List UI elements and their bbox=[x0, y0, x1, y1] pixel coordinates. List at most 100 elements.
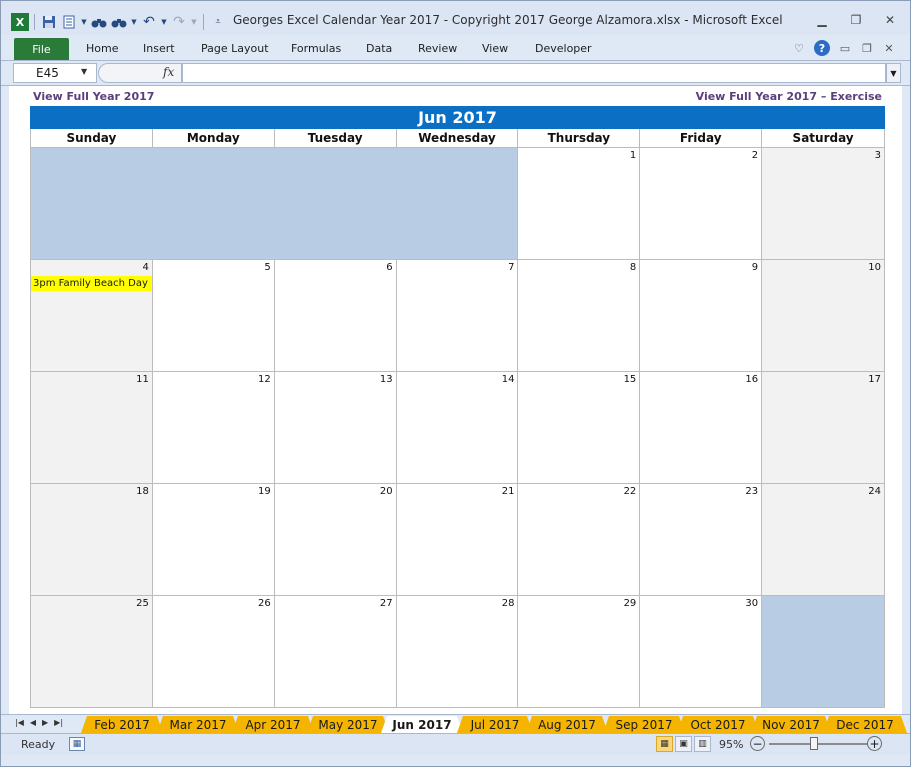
day-cell[interactable]: 10 bbox=[762, 260, 886, 372]
formula-input[interactable] bbox=[182, 63, 886, 83]
zoom-level[interactable]: 95% bbox=[719, 738, 743, 751]
day-cell[interactable]: 23 bbox=[640, 484, 763, 596]
blank-day-cell[interactable] bbox=[152, 148, 275, 260]
day-cell[interactable]: 5 bbox=[152, 260, 275, 372]
day-cell[interactable]: 24 bbox=[762, 484, 886, 596]
close-icon[interactable]: ✕ bbox=[882, 13, 898, 27]
chevron-down-icon[interactable]: ▼ bbox=[81, 67, 87, 76]
zoom-slider[interactable] bbox=[769, 737, 867, 750]
dropdown-arrow-icon[interactable]: ▼ bbox=[190, 13, 198, 31]
day-cell[interactable]: 19 bbox=[152, 484, 275, 596]
tab-review[interactable]: Review bbox=[418, 42, 457, 55]
workbook-close-icon[interactable]: ✕ bbox=[882, 41, 896, 55]
day-cell[interactable]: 15 bbox=[518, 372, 641, 484]
help-icon[interactable]: ? bbox=[814, 40, 830, 56]
sheet-tab[interactable]: Jul 2017 bbox=[457, 716, 533, 733]
customize-qat-icon[interactable]: ⩡ bbox=[209, 13, 227, 31]
undo-icon[interactable]: ↶ bbox=[140, 13, 158, 31]
sheet-tab[interactable]: Feb 2017 bbox=[81, 716, 163, 733]
day-cell[interactable]: 12 bbox=[152, 372, 275, 484]
tab-home[interactable]: Home bbox=[86, 42, 118, 55]
blank-day-cell[interactable] bbox=[274, 148, 397, 260]
day-cell[interactable]: 3 bbox=[762, 148, 886, 260]
sheet-tab[interactable]: Sep 2017 bbox=[603, 716, 685, 733]
excel-logo-icon[interactable]: X bbox=[11, 13, 29, 31]
day-cell[interactable]: 9 bbox=[640, 260, 763, 372]
tab-page-layout[interactable]: Page Layout bbox=[201, 42, 269, 55]
page-layout-view-icon[interactable]: ▣ bbox=[675, 736, 692, 752]
day-cell[interactable]: 7 bbox=[396, 260, 519, 372]
day-cell[interactable]: 17 bbox=[762, 372, 886, 484]
blank-day-cell[interactable] bbox=[396, 148, 519, 260]
last-sheet-icon[interactable]: ▶| bbox=[54, 718, 63, 727]
sheet-tab[interactable]: Nov 2017 bbox=[751, 716, 831, 733]
status-bar: Ready ▦ ▦ ▣ ▥ 95% − + bbox=[1, 733, 910, 755]
day-cell[interactable]: 22 bbox=[518, 484, 641, 596]
workbook-restore-icon[interactable]: ❐ bbox=[860, 41, 874, 55]
sheet-tab[interactable]: Dec 2017 bbox=[823, 716, 907, 733]
tab-insert[interactable]: Insert bbox=[143, 42, 175, 55]
dropdown-arrow-icon[interactable]: ▼ bbox=[160, 13, 168, 31]
day-cell[interactable]: 28 bbox=[396, 596, 519, 708]
day-cell[interactable]: 16 bbox=[640, 372, 763, 484]
previous-sheet-icon[interactable]: ◀ bbox=[30, 718, 36, 727]
day-cell[interactable]: 26 bbox=[152, 596, 275, 708]
sheet-tab[interactable]: Oct 2017 bbox=[677, 716, 759, 733]
day-cell[interactable]: 18 bbox=[31, 484, 153, 596]
sheet-navigation: |◀ ◀ ▶ ▶| bbox=[15, 718, 63, 727]
day-cell[interactable]: 4 3pm Family Beach Day bbox=[31, 260, 153, 372]
blank-day-cell[interactable] bbox=[31, 148, 153, 260]
day-cell[interactable]: 8 bbox=[518, 260, 641, 372]
day-cell[interactable]: 20 bbox=[274, 484, 397, 596]
sheet-tab[interactable]: Jun 2017 bbox=[381, 716, 463, 733]
save-icon[interactable] bbox=[40, 13, 58, 31]
view-full-year-link[interactable]: View Full Year 2017 bbox=[33, 90, 154, 103]
binoculars-icon[interactable] bbox=[90, 13, 108, 31]
next-sheet-icon[interactable]: ▶ bbox=[42, 718, 48, 727]
form-icon[interactable] bbox=[60, 13, 78, 31]
blank-day-cell[interactable] bbox=[762, 596, 886, 708]
workbook-minimize-icon[interactable]: ▭ bbox=[838, 41, 852, 55]
day-cell[interactable]: 14 bbox=[396, 372, 519, 484]
page-break-preview-icon[interactable]: ▥ bbox=[694, 736, 711, 752]
zoom-slider-thumb[interactable] bbox=[810, 737, 818, 750]
day-cell[interactable]: 29 bbox=[518, 596, 641, 708]
tab-data[interactable]: Data bbox=[366, 42, 392, 55]
day-cell[interactable]: 30 bbox=[640, 596, 763, 708]
minimize-ribbon-icon[interactable]: ♡ bbox=[792, 41, 806, 55]
binoculars-replace-icon[interactable] bbox=[110, 13, 128, 31]
view-full-year-exercise-link[interactable]: View Full Year 2017 – Exercise bbox=[696, 90, 882, 103]
day-cell[interactable]: 6 bbox=[274, 260, 397, 372]
zoom-in-icon[interactable]: + bbox=[867, 736, 882, 751]
day-number: 15 bbox=[623, 374, 637, 385]
day-cell[interactable]: 11 bbox=[31, 372, 153, 484]
redo-icon[interactable]: ↷ bbox=[170, 13, 188, 31]
day-number: 29 bbox=[623, 598, 637, 609]
minimize-icon[interactable]: ▁ bbox=[814, 13, 830, 27]
sheet-tab[interactable]: May 2017 bbox=[307, 716, 389, 733]
record-macro-icon[interactable]: ▦ bbox=[69, 737, 85, 751]
sheet-tab[interactable]: Aug 2017 bbox=[526, 716, 608, 733]
sheet-tab[interactable]: Mar 2017 bbox=[157, 716, 239, 733]
day-cell[interactable]: 2 bbox=[640, 148, 763, 260]
day-cell[interactable]: 27 bbox=[274, 596, 397, 708]
day-cell[interactable]: 13 bbox=[274, 372, 397, 484]
day-cell[interactable]: 25 bbox=[31, 596, 153, 708]
dropdown-arrow-icon[interactable]: ▼ bbox=[80, 13, 88, 31]
first-sheet-icon[interactable]: |◀ bbox=[15, 718, 24, 727]
expand-formula-bar-icon[interactable]: ▼ bbox=[886, 63, 901, 83]
tab-view[interactable]: View bbox=[482, 42, 508, 55]
calendar-event[interactable]: 3pm Family Beach Day bbox=[31, 276, 152, 291]
sheet-tab[interactable]: Apr 2017 bbox=[232, 716, 314, 733]
normal-view-icon[interactable]: ▦ bbox=[656, 736, 673, 752]
dropdown-arrow-icon[interactable]: ▼ bbox=[130, 13, 138, 31]
file-tab[interactable]: File bbox=[14, 38, 69, 60]
tab-developer[interactable]: Developer bbox=[535, 42, 592, 55]
day-cell[interactable]: 21 bbox=[396, 484, 519, 596]
insert-function-icon[interactable]: fx bbox=[163, 65, 174, 79]
restore-icon[interactable]: ❐ bbox=[848, 13, 864, 27]
day-cell[interactable]: 1 bbox=[518, 148, 641, 260]
day-number: 6 bbox=[386, 262, 393, 273]
zoom-out-icon[interactable]: − bbox=[750, 736, 765, 751]
tab-formulas[interactable]: Formulas bbox=[291, 42, 341, 55]
